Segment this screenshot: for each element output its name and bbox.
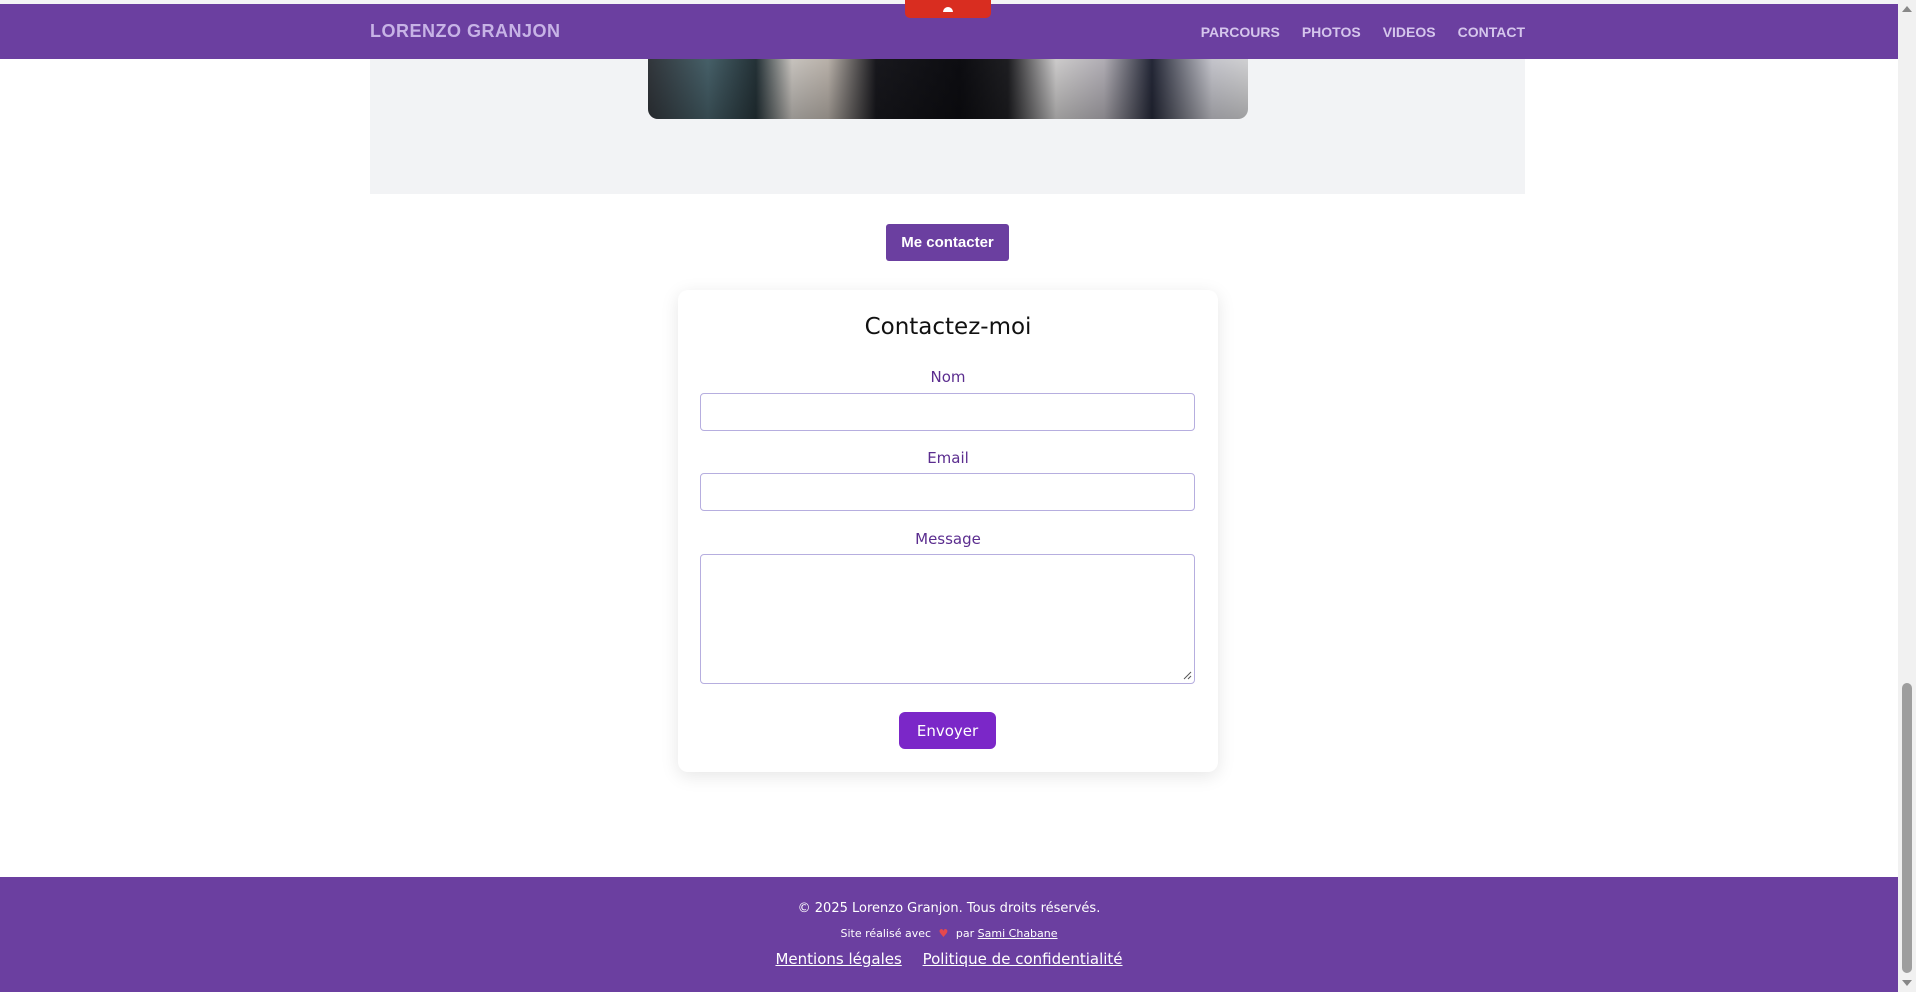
send-button[interactable]: Envoyer xyxy=(899,712,996,749)
contact-form-title: Contactez-moi xyxy=(864,314,1032,340)
email-label: Email xyxy=(927,449,969,467)
floating-widget-tab[interactable] xyxy=(905,0,991,18)
page-scrollbar[interactable] xyxy=(1898,0,1916,992)
copyright-text: © 2025 Lorenzo Granjon. Tous droits rése… xyxy=(797,901,1101,916)
email-input[interactable] xyxy=(700,473,1195,511)
hero-section xyxy=(370,59,1525,194)
author-link[interactable]: Sami Chabane xyxy=(978,927,1058,940)
privacy-policy-link[interactable]: Politique de confidentialité xyxy=(923,950,1123,968)
name-input[interactable] xyxy=(700,393,1195,431)
made-with-prefix: Site réalisé avec xyxy=(840,927,932,940)
contact-me-button[interactable]: Me contacter xyxy=(886,224,1009,261)
made-with-by: par xyxy=(955,927,975,940)
nav-links: PARCOURS PHOTOS VIDEOS CONTACT xyxy=(1201,24,1525,40)
resize-handle-icon[interactable] xyxy=(1182,670,1192,680)
contact-form-card: Contactez-moi Nom Email Message Envoyer xyxy=(678,290,1218,772)
made-with-line: Site réalisé avec ♥ par Sami Chabane xyxy=(0,927,1898,940)
scroll-thumb[interactable] xyxy=(1902,683,1912,973)
site-footer: © 2025 Lorenzo Granjon. Tous droits rése… xyxy=(0,877,1898,992)
scroll-up-arrow-icon[interactable] xyxy=(1902,6,1912,12)
legal-links: Mentions légales Politique de confidenti… xyxy=(0,950,1898,968)
heart-icon: ♥ xyxy=(938,927,949,940)
legal-notice-link[interactable]: Mentions légales xyxy=(775,950,901,968)
scroll-down-arrow-icon[interactable] xyxy=(1902,980,1912,986)
site-brand[interactable]: LORENZO GRANJON xyxy=(370,21,561,42)
hero-photo xyxy=(648,59,1248,119)
arc-icon xyxy=(943,7,953,12)
nav-link-contact[interactable]: CONTACT xyxy=(1458,24,1525,40)
nav-link-photos[interactable]: PHOTOS xyxy=(1302,24,1361,40)
name-label: Nom xyxy=(930,368,966,386)
message-label: Message xyxy=(915,530,981,548)
nav-link-parcours[interactable]: PARCOURS xyxy=(1201,24,1280,40)
message-textarea[interactable] xyxy=(700,554,1195,684)
nav-link-videos[interactable]: VIDEOS xyxy=(1383,24,1436,40)
